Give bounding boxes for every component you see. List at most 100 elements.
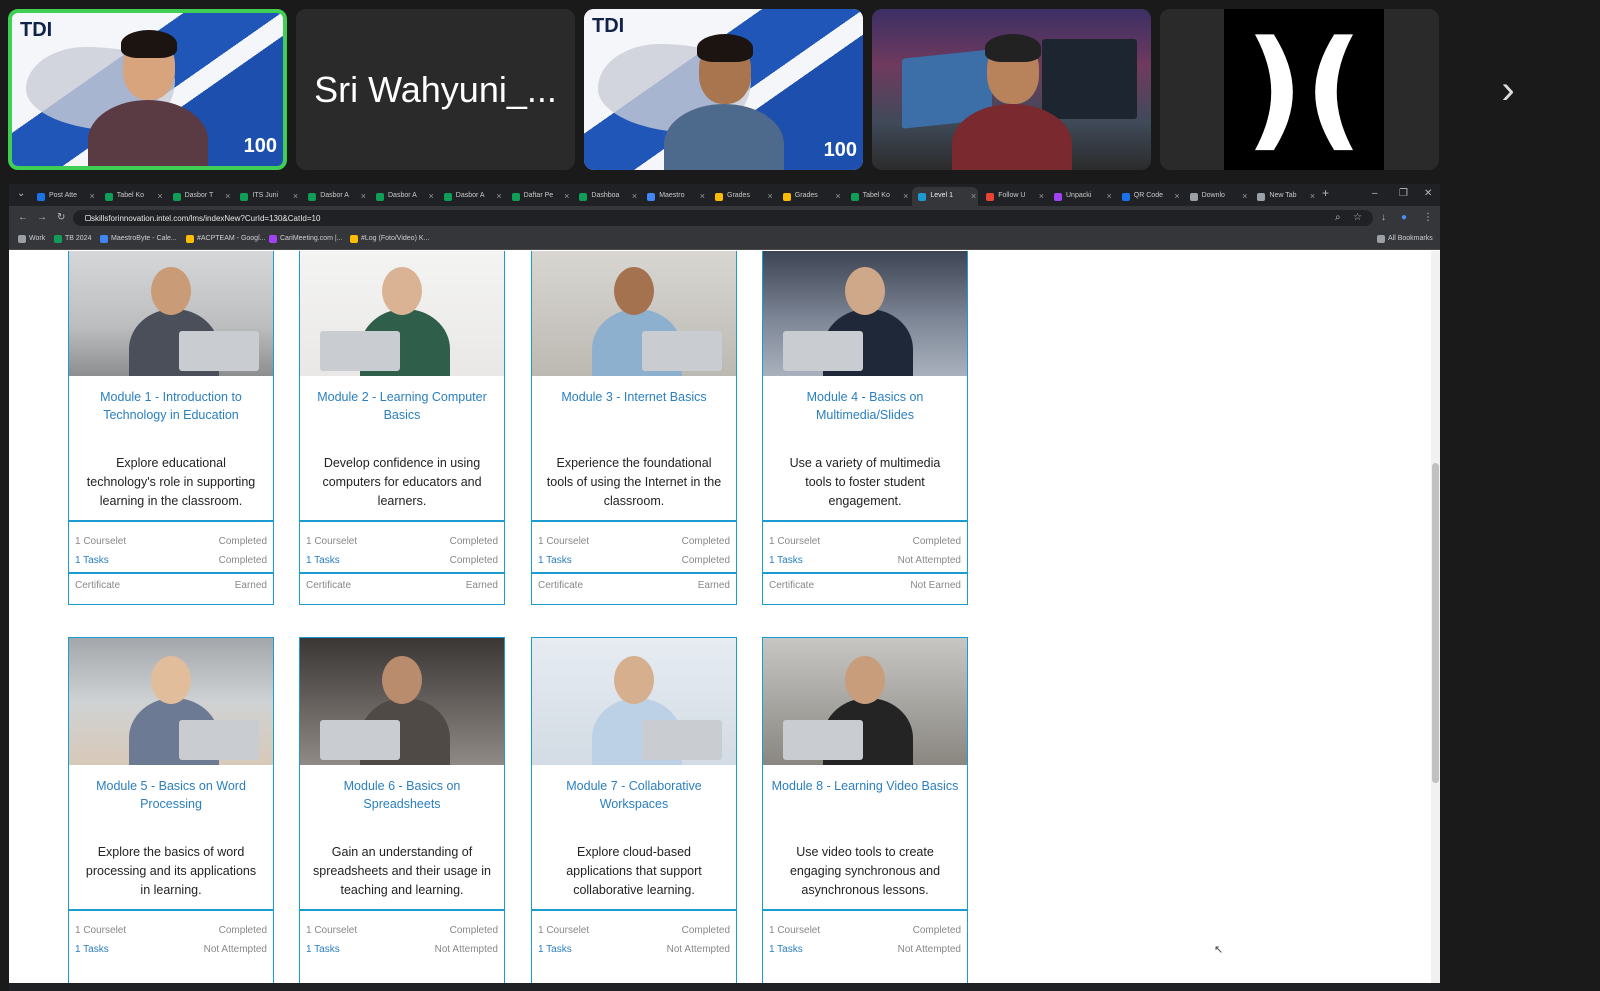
browser-tab[interactable]: Grades × [709, 187, 775, 206]
module-image[interactable] [69, 638, 273, 765]
browser-tab[interactable]: Post Atte × [31, 187, 97, 206]
browser-tab[interactable]: Dasbor T × [167, 187, 233, 206]
site-info-icon[interactable] [85, 215, 91, 221]
module-image[interactable] [69, 251, 273, 376]
close-tab-icon[interactable]: × [1107, 191, 1112, 201]
close-tab-icon[interactable]: × [700, 191, 705, 201]
page-scrollbar[interactable] [1431, 251, 1440, 991]
module-image[interactable] [300, 638, 504, 765]
close-tab-icon[interactable]: × [971, 191, 976, 201]
new-tab-icon[interactable]: + [1322, 186, 1329, 200]
close-tab-icon[interactable]: × [496, 191, 501, 201]
close-tab-icon[interactable]: × [429, 191, 434, 201]
forward-icon[interactable]: → [37, 212, 47, 223]
url-input[interactable]: skillsforinnovation.intel.com/lms/indexN… [73, 210, 1373, 226]
module-image[interactable] [532, 638, 736, 765]
close-tab-icon[interactable]: × [361, 191, 366, 201]
close-tab-icon[interactable]: × [90, 191, 95, 201]
module-card[interactable]: Module 6 - Basics on Spreadsheets Gain an… [299, 637, 505, 991]
tasks-row-label[interactable]: 1 Tasks [75, 943, 109, 956]
browser-tab[interactable]: ITS Juni × [234, 187, 300, 206]
bookmark-item[interactable]: #ACPTEAM - Googl... [186, 235, 265, 243]
tasks-row-label[interactable]: 1 Tasks [306, 943, 340, 956]
zoom-icon[interactable]: ⌕ [1335, 212, 1341, 223]
browser-tab[interactable]: Maestro × [641, 187, 707, 206]
restore-icon[interactable]: ❐ [1399, 188, 1408, 199]
module-title[interactable]: Module 7 - Collaborative Workspaces [540, 777, 728, 813]
browser-tab[interactable]: Daftar Pe × [506, 187, 572, 206]
module-card[interactable]: Module 5 - Basics on Word Processing Expl… [68, 637, 274, 991]
module-image[interactable] [763, 638, 967, 765]
module-image[interactable] [763, 251, 967, 376]
close-tab-icon[interactable]: × [157, 191, 162, 201]
tasks-row-label[interactable]: 1 Tasks [769, 943, 803, 956]
participant-tile-1[interactable]: TDI 100 [8, 9, 287, 170]
close-tab-icon[interactable]: × [1039, 191, 1044, 201]
scrollbar-thumb[interactable] [1432, 463, 1439, 783]
browser-tab[interactable]: Tabel Ko × [845, 187, 911, 206]
bookmark-item[interactable]: #Log (Foto/Video) K... [350, 235, 429, 243]
browser-tab[interactable]: Follow U × [980, 187, 1046, 206]
module-title[interactable]: Module 4 - Basics on Multimedia/Slides [771, 388, 959, 424]
module-title[interactable]: Module 2 - Learning Computer Basics [308, 388, 496, 424]
close-tab-icon[interactable]: × [564, 191, 569, 201]
browser-tab[interactable]: Level 1 × [912, 187, 979, 206]
module-image[interactable] [300, 251, 504, 376]
tasks-row-label[interactable]: 1 Tasks [538, 554, 572, 567]
participant-tile-4[interactable] [872, 9, 1151, 170]
tasks-row-label[interactable]: 1 Tasks [306, 554, 340, 567]
browser-tab[interactable]: Downlo × [1184, 187, 1250, 206]
module-title[interactable]: Module 6 - Basics on Spreadsheets [308, 777, 496, 813]
menu-icon[interactable]: ⋮ [1423, 212, 1433, 223]
download-icon[interactable]: ↓ [1381, 212, 1386, 223]
module-title[interactable]: Module 3 - Internet Basics [540, 388, 728, 406]
close-tab-icon[interactable]: × [1242, 191, 1247, 201]
all-bookmarks[interactable]: All Bookmarks [1377, 235, 1433, 243]
browser-tab[interactable]: Unpacki × [1048, 187, 1114, 206]
minimize-icon[interactable]: – [1372, 188, 1378, 199]
reload-icon[interactable]: ↻ [57, 212, 65, 223]
browser-tab[interactable]: Dasbor A × [370, 187, 436, 206]
module-card[interactable]: Module 8 - Learning Video Basics Use vide… [762, 637, 968, 991]
participant-tile-3[interactable]: TDI 100 [584, 9, 863, 170]
browser-tab[interactable]: New Tab × [1251, 187, 1317, 206]
module-card[interactable]: Module 2 - Learning Computer Basics Devel… [299, 251, 505, 605]
close-tab-icon[interactable]: × [835, 191, 840, 201]
module-card[interactable]: Module 1 - Introduction to Technology in… [68, 251, 274, 605]
module-title[interactable]: Module 5 - Basics on Word Processing [77, 777, 265, 813]
bookmark-item[interactable]: Work [18, 235, 45, 243]
profile-icon[interactable]: ● [1401, 212, 1407, 223]
browser-tab[interactable]: Dashboa × [573, 187, 639, 206]
browser-tab[interactable]: Grades × [777, 187, 843, 206]
close-window-icon[interactable]: ✕ [1424, 188, 1432, 199]
star-icon[interactable]: ☆ [1353, 212, 1362, 223]
browser-tab[interactable]: Tabel Ko × [99, 187, 165, 206]
close-tab-icon[interactable]: × [293, 191, 298, 201]
tasks-row-label[interactable]: 1 Tasks [538, 943, 572, 956]
tasks-row-label[interactable]: 1 Tasks [75, 554, 109, 567]
close-tab-icon[interactable]: × [1174, 191, 1179, 201]
module-image[interactable] [532, 251, 736, 376]
participant-tile-2[interactable]: Sri Wahyuni_... [296, 9, 575, 170]
bookmark-item[interactable]: MaestroByte - Cale... [100, 235, 177, 243]
module-title[interactable]: Module 1 - Introduction to Technology in… [77, 388, 265, 424]
tasks-row-label[interactable]: 1 Tasks [769, 554, 803, 567]
back-icon[interactable]: ← [18, 212, 28, 223]
close-tab-icon[interactable]: × [225, 191, 230, 201]
close-tab-icon[interactable]: × [632, 191, 637, 201]
bookmark-item[interactable]: CariMeeting.com |... [269, 235, 343, 243]
browser-tab[interactable]: Dasbor A × [438, 187, 504, 206]
module-card[interactable]: Module 4 - Basics on Multimedia/Slides Us… [762, 251, 968, 605]
bookmark-item[interactable]: TB 2024 [54, 235, 91, 243]
close-tab-icon[interactable]: × [903, 191, 908, 201]
chevron-right-icon[interactable]: › [1490, 68, 1526, 112]
participant-tile-5[interactable]: )( [1160, 9, 1439, 170]
module-card[interactable]: Module 7 - Collaborative Workspaces Explo… [531, 637, 737, 991]
browser-tab[interactable]: QR Code × [1116, 187, 1182, 206]
close-tab-icon[interactable]: × [1310, 191, 1315, 201]
browser-tab[interactable]: Dasbor A × [302, 187, 368, 206]
module-card[interactable]: Module 3 - Internet Basics Experience the… [531, 251, 737, 605]
tab-search-icon[interactable]: ⌄ [17, 188, 25, 199]
module-title[interactable]: Module 8 - Learning Video Basics [771, 777, 959, 795]
close-tab-icon[interactable]: × [768, 191, 773, 201]
